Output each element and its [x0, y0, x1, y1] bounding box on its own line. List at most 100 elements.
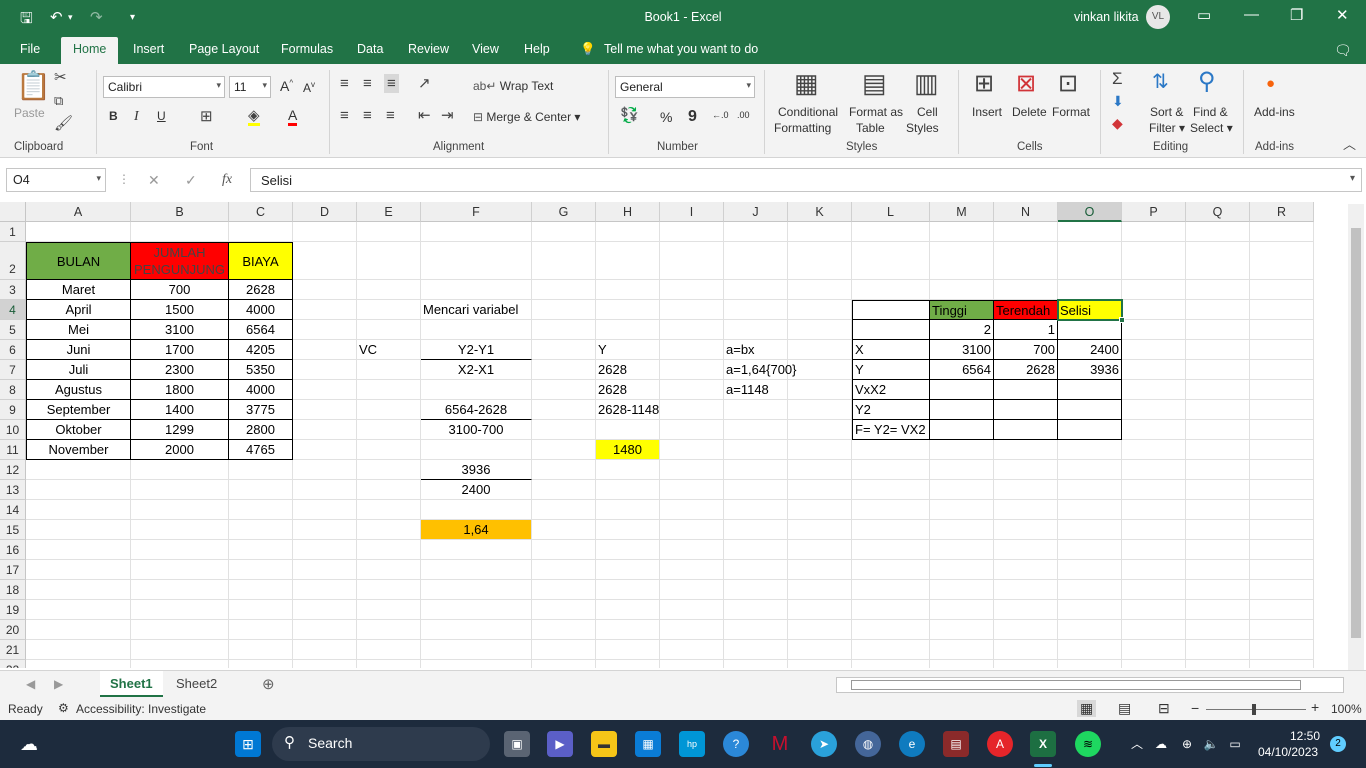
bold-button[interactable]: B	[109, 109, 118, 123]
align-middle-icon[interactable]: ≡	[363, 76, 372, 91]
cell-r4[interactable]	[1250, 300, 1314, 320]
cell-b17[interactable]	[131, 560, 229, 580]
cell-j8[interactable]: a=1148	[724, 380, 788, 400]
cell-q16[interactable]	[1186, 540, 1250, 560]
cell-f5[interactable]	[421, 320, 532, 340]
cell-b3[interactable]: 700	[131, 280, 229, 300]
paste-button[interactable]: Paste	[14, 106, 45, 120]
cell-o10[interactable]	[1058, 420, 1122, 440]
cell-d5[interactable]	[293, 320, 357, 340]
cell-b15[interactable]	[131, 520, 229, 540]
cell-i13[interactable]	[660, 480, 724, 500]
cell-q21[interactable]	[1186, 640, 1250, 660]
cell-n4[interactable]: Terendah	[994, 300, 1058, 320]
cell-n5[interactable]: 1	[994, 320, 1058, 340]
cell-k19[interactable]	[788, 600, 852, 620]
align-right-icon[interactable]: ≡	[386, 108, 395, 123]
cell-c15[interactable]	[229, 520, 293, 540]
sheet-tab-sheet2[interactable]: Sheet2	[166, 671, 227, 697]
cell-g21[interactable]	[532, 640, 596, 660]
cell-j2[interactable]	[724, 242, 788, 280]
cell-h8[interactable]: 2628	[596, 380, 660, 400]
merge-center-button[interactable]: ⊟ Merge & Center ▾	[473, 110, 580, 124]
cell-e5[interactable]	[357, 320, 421, 340]
cell-b11[interactable]: 2000	[131, 440, 229, 460]
cell-q22[interactable]	[1186, 660, 1250, 668]
cell-f21[interactable]	[421, 640, 532, 660]
column-header-c[interactable]: C	[229, 202, 293, 222]
cell-p17[interactable]	[1122, 560, 1186, 580]
cell-i12[interactable]	[660, 460, 724, 480]
cell-l20[interactable]	[852, 620, 930, 640]
cell-c8[interactable]: 4000	[229, 380, 293, 400]
cell-h11[interactable]: 1480	[596, 440, 660, 460]
cell-i2[interactable]	[660, 242, 724, 280]
fill-color-icon[interactable]: ◈	[248, 108, 260, 126]
cell-q15[interactable]	[1186, 520, 1250, 540]
cell-p10[interactable]	[1122, 420, 1186, 440]
cell-n22[interactable]	[994, 660, 1058, 668]
cell-f17[interactable]	[421, 560, 532, 580]
cell-b19[interactable]	[131, 600, 229, 620]
align-left-icon[interactable]: ≡	[340, 108, 349, 123]
zoom-in-icon[interactable]: +	[1311, 699, 1319, 715]
cell-a14[interactable]	[26, 500, 131, 520]
cell-h17[interactable]	[596, 560, 660, 580]
cell-f20[interactable]	[421, 620, 532, 640]
cell-c16[interactable]	[229, 540, 293, 560]
conditional-formatting-button[interactable]: Conditional	[778, 105, 838, 119]
cell-e18[interactable]	[357, 580, 421, 600]
cell-r8[interactable]	[1250, 380, 1314, 400]
cell-r2[interactable]	[1250, 242, 1314, 280]
cell-f6[interactable]: Y2-Y1	[421, 340, 532, 360]
cell-k1[interactable]	[788, 222, 852, 242]
cell-d4[interactable]	[293, 300, 357, 320]
cell-m13[interactable]	[930, 480, 994, 500]
cell-r9[interactable]	[1250, 400, 1314, 420]
vertical-scrollbar[interactable]	[1348, 204, 1364, 670]
cell-k5[interactable]	[788, 320, 852, 340]
cell-a5[interactable]: Mei	[26, 320, 131, 340]
cell-d16[interactable]	[293, 540, 357, 560]
cell-q20[interactable]	[1186, 620, 1250, 640]
format-cells-icon[interactable]: ⊡	[1058, 72, 1078, 96]
cell-l5[interactable]	[852, 320, 930, 340]
cell-a20[interactable]	[26, 620, 131, 640]
cell-k13[interactable]	[788, 480, 852, 500]
column-header-d[interactable]: D	[293, 202, 357, 222]
cell-p7[interactable]	[1122, 360, 1186, 380]
cell-o19[interactable]	[1058, 600, 1122, 620]
cell-j21[interactable]	[724, 640, 788, 660]
help-icon[interactable]: ?	[723, 731, 749, 757]
cell-d6[interactable]	[293, 340, 357, 360]
cell-f19[interactable]	[421, 600, 532, 620]
cell-o9[interactable]	[1058, 400, 1122, 420]
cell-p1[interactable]	[1122, 222, 1186, 242]
cell-i21[interactable]	[660, 640, 724, 660]
cell-l19[interactable]	[852, 600, 930, 620]
row-header-4[interactable]: 4	[0, 300, 26, 320]
cell-d18[interactable]	[293, 580, 357, 600]
cell-c20[interactable]	[229, 620, 293, 640]
cell-k4[interactable]	[788, 300, 852, 320]
taskbar-search[interactable]: ⚲ Search	[272, 727, 490, 761]
tab-home[interactable]: Home	[61, 37, 119, 64]
cell-m12[interactable]	[930, 460, 994, 480]
cell-k17[interactable]	[788, 560, 852, 580]
cell-n18[interactable]	[994, 580, 1058, 600]
cell-k11[interactable]	[788, 440, 852, 460]
underline-button[interactable]: U	[157, 109, 166, 123]
column-header-l[interactable]: L	[852, 202, 930, 222]
cell-n14[interactable]	[994, 500, 1058, 520]
cell-i1[interactable]	[660, 222, 724, 242]
cell-b22[interactable]	[131, 660, 229, 668]
zoom-slider-handle[interactable]	[1252, 704, 1256, 715]
cell-a13[interactable]	[26, 480, 131, 500]
cell-e20[interactable]	[357, 620, 421, 640]
tab-insert[interactable]: Insert	[133, 42, 164, 56]
cell-p2[interactable]	[1122, 242, 1186, 280]
cell-h22[interactable]	[596, 660, 660, 668]
column-header-o[interactable]: O	[1058, 202, 1122, 222]
cell-l13[interactable]	[852, 480, 930, 500]
format-as-table-button[interactable]: Format as	[849, 105, 903, 119]
